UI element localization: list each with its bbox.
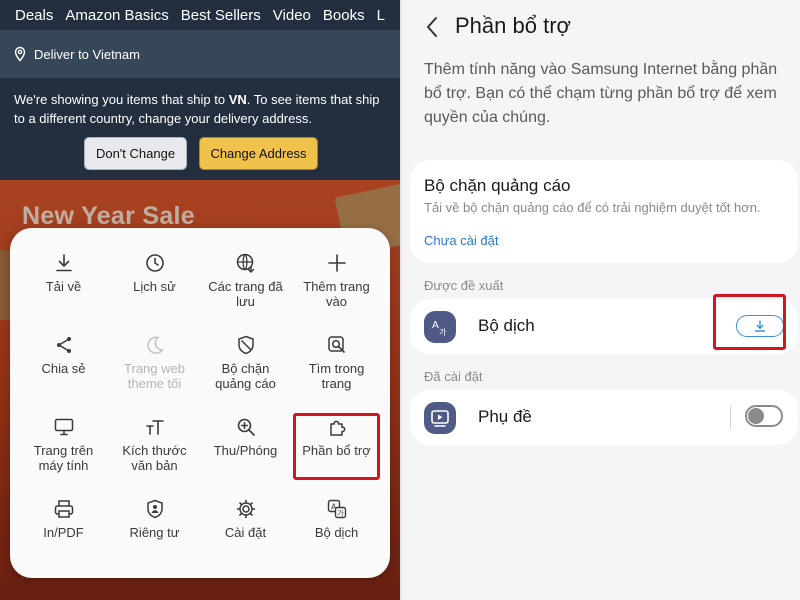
menu-item-text-size[interactable]: Kích thước văn bản bbox=[109, 416, 200, 498]
svg-text:가: 가 bbox=[337, 509, 344, 518]
nav-item-truncated[interactable]: L bbox=[377, 7, 385, 24]
menu-item-add-page[interactable]: Thêm trang vào bbox=[291, 252, 382, 334]
ship-notice: We're showing you items that ship to VN.… bbox=[0, 78, 400, 180]
saved-pages-globe-icon bbox=[236, 253, 254, 273]
deliver-location[interactable]: Deliver to Vietnam bbox=[0, 30, 400, 78]
menu-item-share[interactable]: Chia sẻ bbox=[18, 334, 109, 416]
menu-item-print-pdf[interactable]: In/PDF bbox=[18, 498, 109, 580]
page-title: Phần bổ trợ bbox=[455, 13, 571, 38]
desktop-monitor-icon bbox=[54, 418, 73, 436]
ad-blocker-subtitle: Tải về bộ chặn quảng cáo để có trải nghi… bbox=[424, 200, 761, 215]
translator-icon: A가 bbox=[327, 499, 346, 519]
menu-item-saved-pages[interactable]: Các trang đã lưu bbox=[200, 252, 291, 334]
nav-item-deals[interactable]: Deals bbox=[15, 7, 53, 24]
menu-item-label: Lịch sử bbox=[133, 279, 176, 294]
ship-notice-prefix: We're showing you items that ship to bbox=[14, 92, 229, 107]
privacy-shield-icon bbox=[146, 499, 163, 519]
menu-item-zoom[interactable]: Thu/Phóng bbox=[200, 416, 291, 498]
zoom-magnifier-icon bbox=[237, 418, 255, 436]
subtitles-toggle-switch[interactable] bbox=[745, 405, 783, 427]
menu-item-ad-blocker[interactable]: Bộ chặn quảng cáo bbox=[200, 334, 291, 416]
ad-blocker-title: Bộ chặn quảng cáo bbox=[424, 176, 571, 195]
toggle-knob bbox=[748, 408, 764, 424]
menu-item-label: Tải về bbox=[45, 279, 82, 294]
ad-blocker-shield-icon bbox=[237, 335, 254, 355]
page-description: Thêm tính năng vào Samsung Internet bằng… bbox=[424, 61, 778, 126]
location-pin-icon bbox=[14, 46, 26, 62]
menu-item-label: Cài đặt bbox=[224, 525, 267, 540]
nav-item-amazon-basics[interactable]: Amazon Basics bbox=[65, 7, 168, 24]
menu-item-settings[interactable]: Cài đặt bbox=[200, 498, 291, 580]
add-plus-icon bbox=[327, 254, 346, 272]
menu-item-translator[interactable]: A가 Bộ dịch bbox=[291, 498, 382, 580]
back-arrow-icon[interactable] bbox=[424, 15, 440, 39]
menu-item-find-in-page[interactable]: Tìm trong trang bbox=[291, 334, 382, 416]
settings-gear-icon bbox=[236, 499, 255, 519]
printer-icon bbox=[54, 500, 73, 518]
nav-item-video[interactable]: Video bbox=[273, 7, 311, 24]
share-icon bbox=[56, 337, 71, 353]
history-clock-icon bbox=[145, 254, 164, 272]
menu-item-label: Các trang đã lưu bbox=[208, 279, 283, 309]
text-size-icon bbox=[145, 420, 164, 435]
menu-item-privacy[interactable]: Riêng tư bbox=[109, 498, 200, 580]
menu-item-label: Kích thước văn bản bbox=[122, 443, 187, 473]
nav-item-best-sellers[interactable]: Best Sellers bbox=[181, 7, 261, 24]
ad-blocker-status-link[interactable]: Chưa cài đặt bbox=[424, 233, 498, 248]
ship-notice-text: We're showing you items that ship to VN.… bbox=[14, 90, 389, 128]
subtitles-addon-icon bbox=[424, 402, 456, 434]
browser-menu-panel: Tải về Lịch sử Các trang đã lưu Thêm tra… bbox=[10, 228, 390, 578]
menu-item-history[interactable]: Lịch sử bbox=[109, 252, 200, 334]
amazon-nav-bar: Deals Amazon Basics Best Sellers Video B… bbox=[0, 0, 400, 30]
browser-panel: Deals Amazon Basics Best Sellers Video B… bbox=[0, 0, 400, 600]
menu-item-label: In/PDF bbox=[43, 525, 84, 540]
find-in-page-icon bbox=[327, 336, 345, 353]
subtitles-addon-label: Phụ đề bbox=[478, 407, 532, 426]
menu-item-label: Tìm trong trang bbox=[308, 361, 365, 391]
subtitles-addon-row[interactable]: Phụ đề bbox=[410, 390, 798, 445]
highlight-box-download bbox=[713, 294, 786, 350]
dont-change-button[interactable]: Don't Change bbox=[84, 137, 187, 170]
menu-item-label: Riêng tư bbox=[129, 525, 180, 540]
svg-text:가: 가 bbox=[439, 328, 447, 337]
moon-icon bbox=[146, 336, 164, 354]
menu-item-label: Thêm trang vào bbox=[303, 279, 370, 309]
menu-item-label: Chia sẻ bbox=[41, 361, 86, 376]
row-separator bbox=[730, 406, 731, 430]
recommended-section-label: Được đề xuất bbox=[424, 278, 504, 293]
menu-item-label: Thu/Phóng bbox=[213, 443, 278, 458]
nav-item-books[interactable]: Books bbox=[323, 7, 365, 24]
translator-addon-label: Bộ dịch bbox=[478, 316, 535, 335]
installed-section-label: Đã cài đặt bbox=[424, 369, 483, 384]
menu-item-dark-theme[interactable]: Trang web theme tối bbox=[109, 334, 200, 416]
menu-item-label: Bộ chặn quảng cáo bbox=[215, 361, 276, 391]
highlight-box-add-ons bbox=[293, 413, 380, 480]
ad-blocker-card[interactable]: Bộ chặn quảng cáo Tải về bộ chặn quảng c… bbox=[410, 160, 798, 263]
svg-text:A: A bbox=[432, 320, 439, 331]
menu-item-label: Trang trên máy tính bbox=[33, 443, 94, 473]
screenshot-root: Deals Amazon Basics Best Sellers Video B… bbox=[0, 0, 800, 600]
translator-addon-icon: A가 bbox=[424, 311, 456, 343]
deliver-label: Deliver to Vietnam bbox=[34, 46, 140, 62]
menu-item-download[interactable]: Tải về bbox=[18, 252, 109, 334]
download-icon bbox=[55, 254, 72, 272]
menu-item-desktop-site[interactable]: Trang trên máy tính bbox=[18, 416, 109, 498]
menu-item-label: Bộ dịch bbox=[314, 525, 359, 540]
change-address-button[interactable]: Change Address bbox=[199, 137, 318, 170]
ship-notice-country: VN bbox=[228, 92, 247, 107]
menu-item-label: Trang web theme tối bbox=[124, 361, 185, 391]
